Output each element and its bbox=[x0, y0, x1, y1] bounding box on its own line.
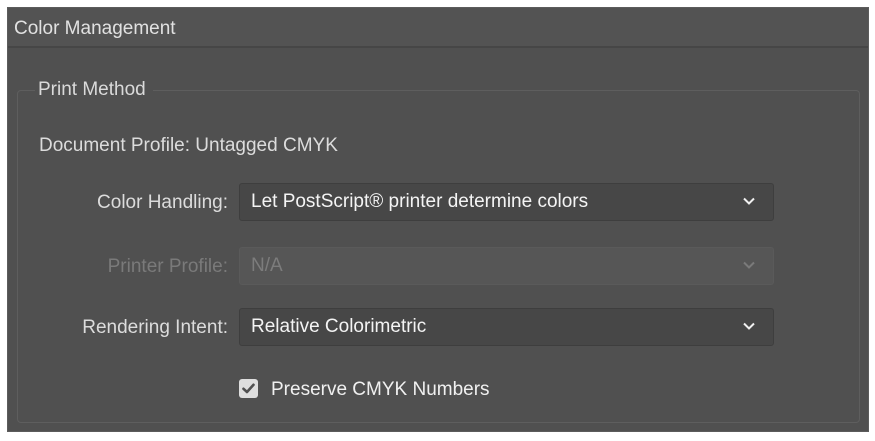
printer-profile-value: N/A bbox=[251, 255, 283, 276]
print-method-legend: Print Method bbox=[35, 79, 153, 101]
color-management-panel: Color Management Print Method Document P… bbox=[7, 7, 869, 432]
rendering-intent-label: Rendering Intent: bbox=[82, 317, 228, 338]
document-profile-text: Document Profile: Untagged CMYK bbox=[39, 135, 338, 156]
section-header[interactable]: Color Management bbox=[8, 8, 868, 48]
preserve-cmyk-label[interactable]: Preserve CMYK Numbers bbox=[271, 379, 490, 401]
chevron-down-icon bbox=[743, 261, 755, 269]
color-handling-select[interactable]: Let PostScript® printer determine colors bbox=[239, 183, 774, 221]
rendering-intent-value: Relative Colorimetric bbox=[251, 316, 427, 337]
printer-profile-select: N/A bbox=[239, 247, 774, 285]
color-handling-label: Color Handling: bbox=[97, 192, 228, 213]
chevron-down-icon bbox=[743, 197, 755, 205]
checkmark-icon bbox=[242, 383, 255, 394]
preserve-cmyk-checkbox[interactable] bbox=[239, 379, 258, 398]
color-handling-value: Let PostScript® printer determine colors bbox=[251, 191, 589, 212]
rendering-intent-select[interactable]: Relative Colorimetric bbox=[239, 308, 774, 346]
section-title: Color Management bbox=[14, 18, 176, 39]
printer-profile-label: Printer Profile: bbox=[107, 256, 228, 277]
chevron-down-icon bbox=[743, 322, 755, 330]
